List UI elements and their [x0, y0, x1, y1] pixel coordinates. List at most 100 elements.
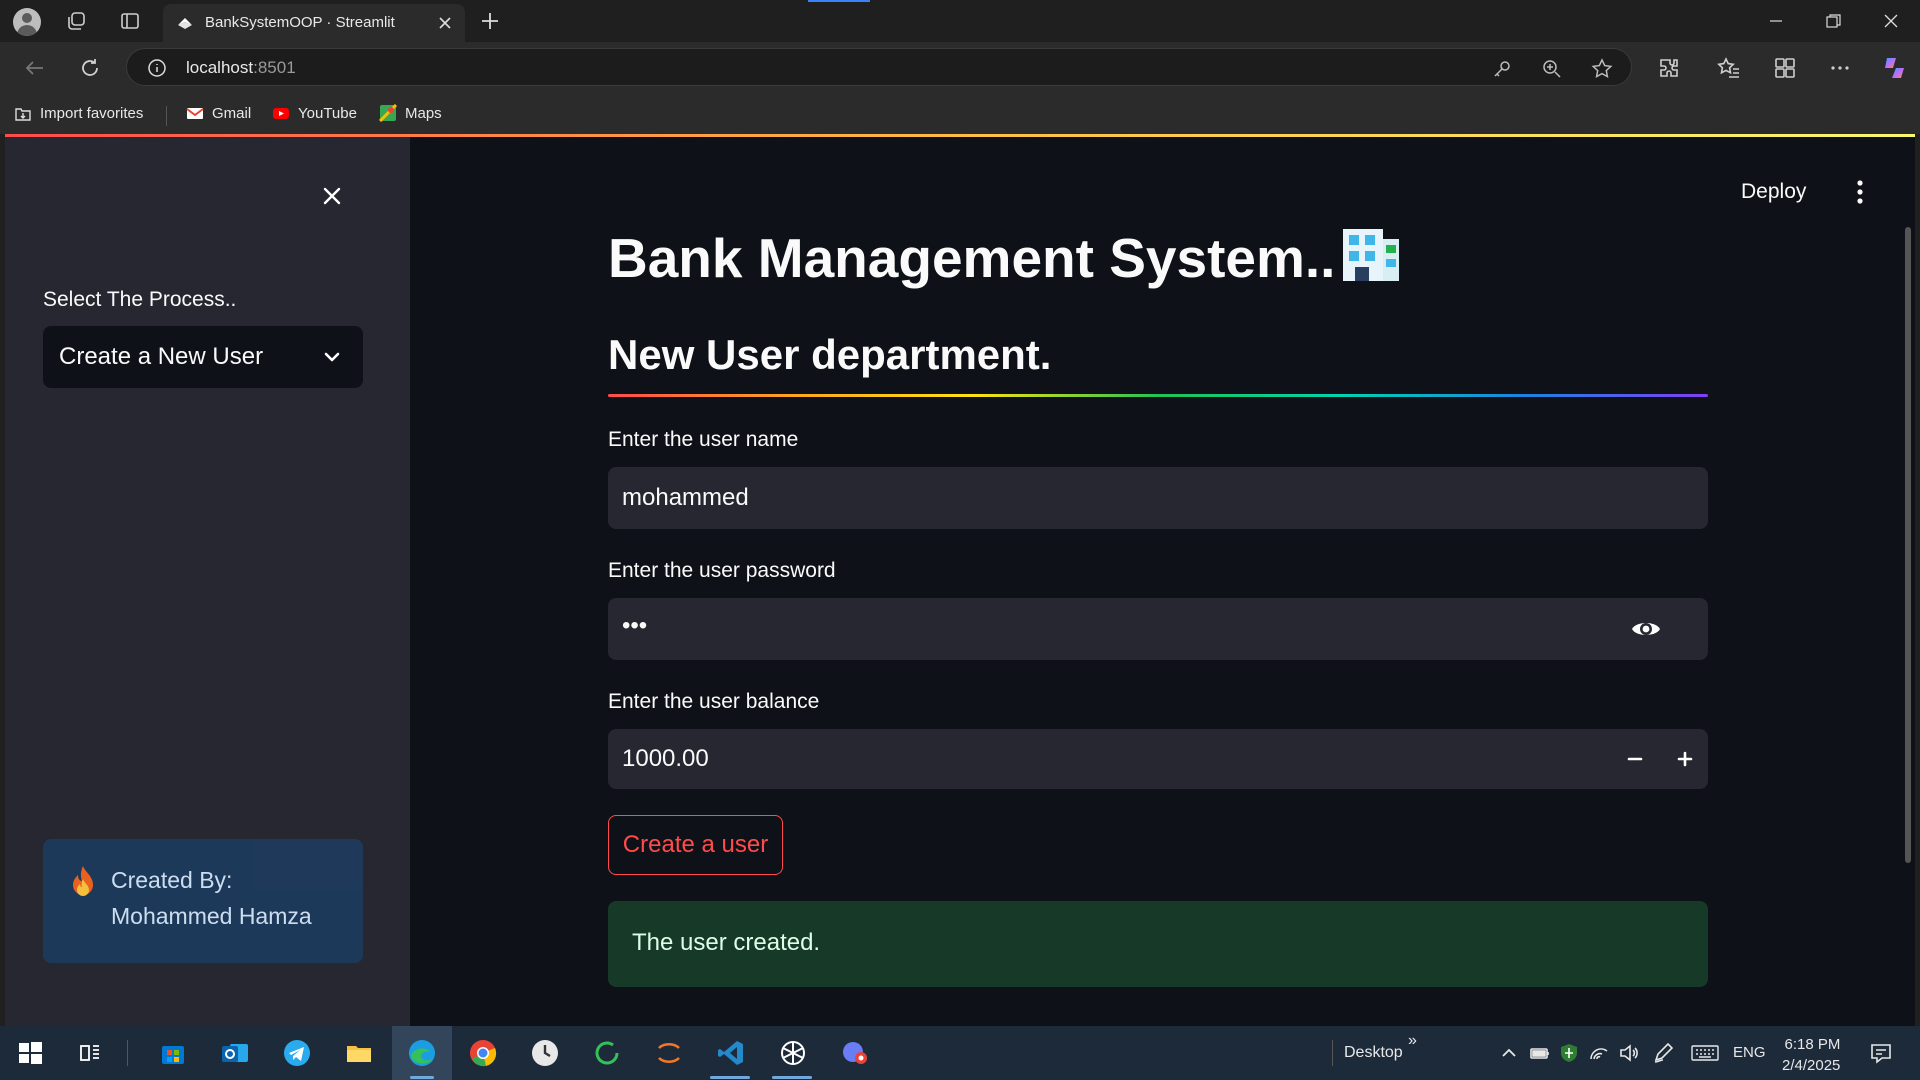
main-content: Bank Management System.. New User depart… [608, 137, 1708, 1026]
clock-date: 2/4/2025 [1782, 1057, 1841, 1074]
chrome-app-icon[interactable] [840, 1038, 870, 1068]
password-key-icon[interactable] [1491, 58, 1513, 80]
toolbar-overflow[interactable]: » [1408, 1032, 1417, 1050]
chevron-down-icon[interactable] [321, 346, 343, 368]
password-value: ••• [622, 612, 648, 639]
close-sidebar-icon[interactable] [318, 182, 346, 210]
browser-navbar: localhost:8501 [0, 42, 1920, 94]
password-label: Enter the user password [608, 559, 836, 582]
sidebar: Select The Process.. Create a New User C… [5, 137, 410, 1026]
taskbar-separator [127, 1040, 128, 1066]
restore-icon[interactable] [1821, 10, 1845, 32]
running-indicator [772, 1076, 812, 1079]
pen-icon[interactable] [1652, 1042, 1674, 1064]
username-value: mohammed [622, 484, 749, 511]
credit-author: Mohammed Hamza [111, 903, 312, 929]
refresh-icon[interactable] [77, 55, 103, 81]
outlook-icon[interactable] [220, 1038, 250, 1068]
task-view-icon[interactable] [75, 1038, 105, 1068]
address-bar[interactable]: localhost:8501 [126, 48, 1632, 86]
windows-taskbar: Desktop » ENG 6:18 PM 2/4/2025 [0, 1026, 1920, 1080]
deploy-button[interactable]: Deploy [1741, 180, 1806, 204]
desktop-separator [1332, 1040, 1333, 1066]
password-input[interactable]: ••• [608, 598, 1708, 660]
security-shield-icon[interactable] [1558, 1042, 1580, 1064]
clock-time: 6:18 PM [1784, 1036, 1841, 1053]
workspaces-icon[interactable] [65, 10, 87, 32]
balance-number-input[interactable]: 1000.00 [608, 729, 1708, 789]
system-clock[interactable]: 6:18 PM 2/4/2025 [1782, 1034, 1840, 1076]
fire-icon [73, 866, 93, 896]
main-menu-icon[interactable] [1848, 178, 1872, 206]
rainbow-divider [608, 394, 1708, 397]
page-title: Bank Management System.. [608, 225, 1401, 290]
credit-info-box: Created By: Mohammed Hamza [43, 839, 363, 963]
import-icon [15, 108, 31, 121]
decrement-icon[interactable] [1626, 750, 1644, 768]
microsoft-store-icon[interactable] [158, 1038, 188, 1068]
tab-actions-icon[interactable] [119, 10, 141, 32]
vscode-icon[interactable] [716, 1038, 746, 1068]
address-text[interactable]: localhost:8501 [186, 58, 296, 78]
telegram-icon[interactable] [282, 1038, 312, 1068]
running-indicator [710, 1076, 750, 1079]
process-selectbox[interactable]: Create a New User [43, 326, 363, 388]
collections-icon[interactable] [1772, 55, 1798, 81]
windows-start-icon[interactable] [15, 1038, 45, 1068]
battery-icon[interactable] [1529, 1042, 1551, 1064]
page-scrollbar[interactable] [1905, 227, 1911, 863]
new-tab-icon[interactable] [478, 9, 502, 33]
username-label: Enter the user name [608, 428, 799, 451]
more-options-icon[interactable] [1827, 55, 1853, 81]
success-alert: The user created. [608, 901, 1708, 987]
username-input[interactable]: mohammed [608, 467, 1708, 529]
jupyter-icon[interactable] [654, 1038, 684, 1068]
close-tab-icon[interactable] [435, 13, 455, 33]
site-info-icon[interactable] [147, 58, 167, 78]
streamlit-app: Select The Process.. Create a New User C… [5, 137, 1915, 1026]
edge-browser-icon[interactable] [407, 1038, 437, 1068]
section-subtitle: New User department. [608, 331, 1052, 378]
gmail-icon [186, 108, 204, 119]
youtube-icon [273, 108, 289, 119]
maps-icon [379, 104, 397, 122]
profile-avatar[interactable] [13, 8, 41, 36]
bookmark-youtube[interactable]: YouTube [272, 104, 357, 122]
selectbox-value: Create a New User [59, 343, 264, 370]
sync-app-icon[interactable] [592, 1038, 622, 1068]
favorite-star-icon[interactable] [1591, 58, 1613, 80]
back-icon[interactable] [22, 55, 48, 81]
notifications-icon[interactable] [1868, 1040, 1894, 1066]
create-user-button[interactable]: Create a user [608, 815, 783, 875]
bookmark-maps[interactable]: Maps [379, 104, 442, 122]
copilot-icon[interactable] [1881, 55, 1907, 81]
close-window-icon[interactable] [1879, 10, 1903, 32]
clock-app-icon[interactable] [530, 1038, 560, 1068]
file-explorer-icon[interactable] [344, 1038, 374, 1068]
zoom-icon[interactable] [1541, 58, 1563, 80]
keyboard-icon[interactable] [1690, 1042, 1720, 1064]
volume-icon[interactable] [1618, 1042, 1640, 1064]
office-building-icon [1343, 229, 1400, 281]
window-accent-line [808, 0, 870, 2]
bookmark-import-favorites[interactable]: Import favorites [14, 104, 143, 122]
bookmark-gmail[interactable]: Gmail [186, 104, 251, 122]
favorites-icon[interactable] [1716, 55, 1742, 81]
increment-icon[interactable] [1676, 750, 1694, 768]
select-process-label: Select The Process.. [43, 288, 237, 311]
extensions-icon[interactable] [1656, 55, 1682, 81]
language-indicator[interactable]: ENG [1733, 1044, 1766, 1061]
browser-titlebar: BankSystemOOP · Streamlit [0, 0, 1920, 42]
bookmarks-separator [166, 106, 167, 126]
balance-label: Enter the user balance [608, 690, 820, 713]
show-password-eye-icon[interactable] [1630, 616, 1662, 642]
active-tab[interactable]: BankSystemOOP · Streamlit [163, 4, 465, 42]
balance-value: 1000.00 [622, 745, 709, 772]
chatgpt-icon[interactable] [778, 1038, 808, 1068]
chrome-icon[interactable] [468, 1038, 498, 1068]
minimize-icon[interactable] [1764, 10, 1788, 32]
chevron-up-icon[interactable] [1498, 1042, 1520, 1064]
desktop-toolbar-label[interactable]: Desktop [1344, 1044, 1403, 1062]
network-icon[interactable] [1588, 1042, 1610, 1064]
running-indicator [410, 1076, 434, 1079]
